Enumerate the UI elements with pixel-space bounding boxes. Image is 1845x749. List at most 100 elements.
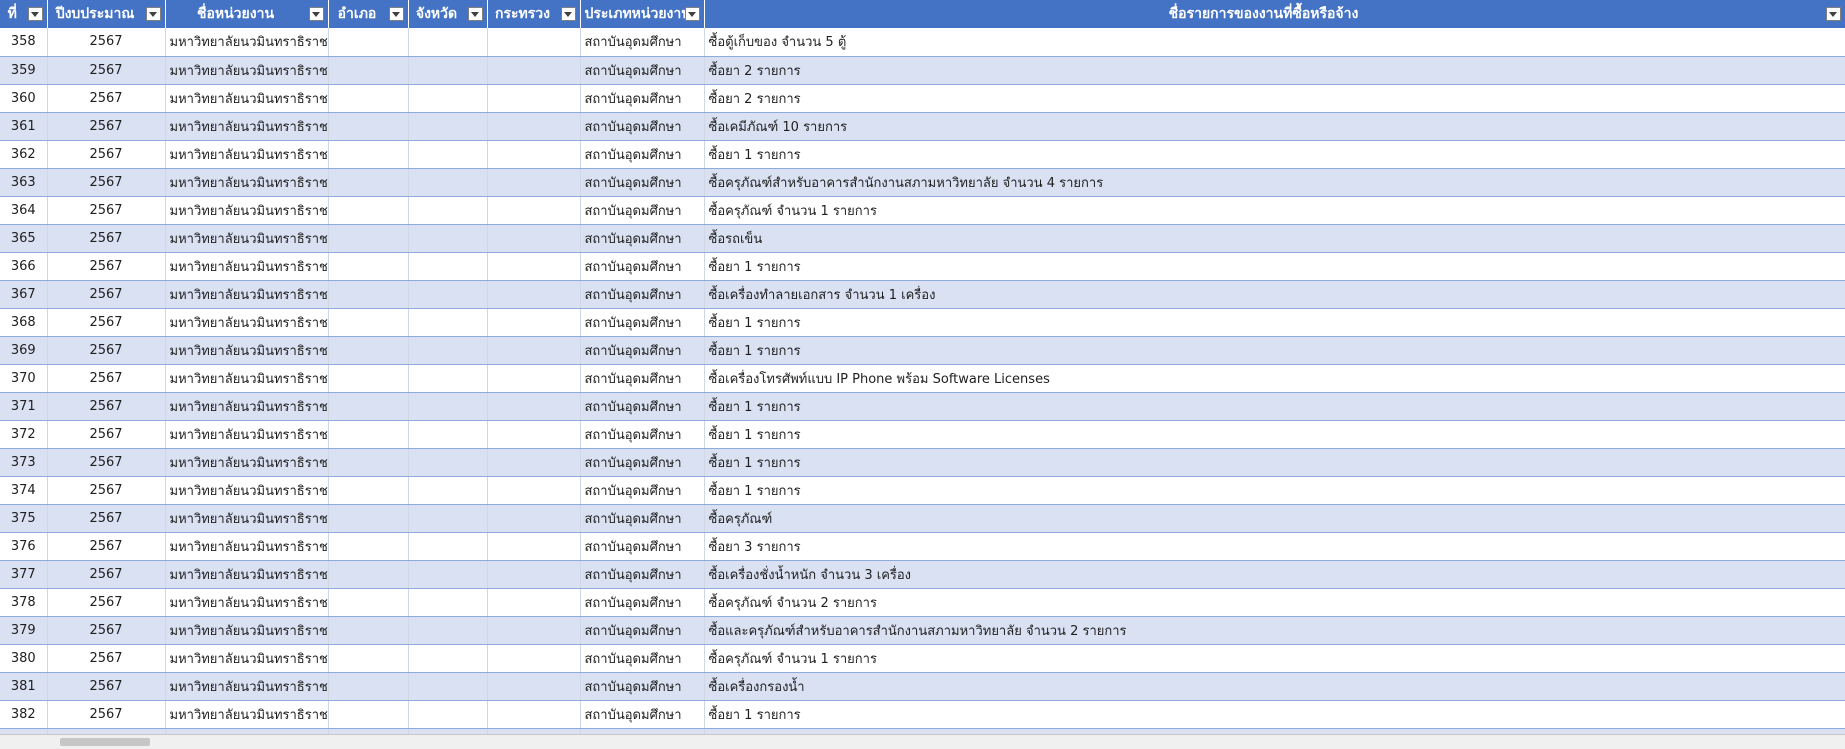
cell-no[interactable]: 363 bbox=[0, 168, 48, 197]
cell-district[interactable] bbox=[328, 112, 409, 141]
cell-province[interactable] bbox=[408, 364, 488, 393]
col-header-no[interactable]: ที่ bbox=[0, 0, 48, 28]
cell-agency[interactable]: มหาวิทยาลัยนวมินทราธิราช bbox=[165, 336, 329, 365]
cell-item[interactable]: ซื้อยา 1 รายการ bbox=[704, 308, 1845, 337]
cell-item[interactable]: ซื้อเคมีภัณฑ์ 10 รายการ bbox=[704, 112, 1845, 141]
cell-item[interactable]: ซื้อและครุภัณฑ์สำหรับอาคารสำนักงานสภามหา… bbox=[704, 616, 1845, 645]
cell-ministry[interactable] bbox=[487, 308, 581, 337]
cell-ministry[interactable] bbox=[487, 616, 581, 645]
cell-province[interactable] bbox=[408, 196, 488, 225]
col-header-district[interactable]: อำเภอ bbox=[328, 0, 409, 28]
cell-district[interactable] bbox=[328, 252, 409, 281]
cell-item[interactable]: ซื้อยา 1 รายการ bbox=[704, 700, 1845, 729]
cell-year[interactable]: 2567 bbox=[47, 112, 166, 141]
cell-district[interactable] bbox=[328, 308, 409, 337]
cell-ministry[interactable] bbox=[487, 644, 581, 673]
horizontal-scrollbar[interactable] bbox=[0, 734, 1845, 749]
cell-ministry[interactable] bbox=[487, 28, 581, 57]
cell-province[interactable] bbox=[408, 56, 488, 85]
cell-agency[interactable]: มหาวิทยาลัยนวมินทราธิราช bbox=[165, 28, 329, 57]
cell-year[interactable]: 2567 bbox=[47, 616, 166, 645]
filter-dropdown-icon[interactable] bbox=[684, 7, 700, 21]
cell-item[interactable]: ซื้อครุภัณฑ์ จำนวน 1 รายการ bbox=[704, 196, 1845, 225]
cell-province[interactable] bbox=[408, 532, 488, 561]
cell-year[interactable]: 2567 bbox=[47, 168, 166, 197]
cell-item[interactable]: ซื้อครุภัณฑ์ จำนวน 2 รายการ bbox=[704, 588, 1845, 617]
cell-type[interactable]: สถาบันอุดมศึกษา bbox=[580, 476, 705, 505]
cell-ministry[interactable] bbox=[487, 252, 581, 281]
cell-year[interactable]: 2567 bbox=[47, 588, 166, 617]
cell-year[interactable]: 2567 bbox=[47, 280, 166, 309]
cell-district[interactable] bbox=[328, 364, 409, 393]
cell-province[interactable] bbox=[408, 392, 488, 421]
cell-no[interactable]: 374 bbox=[0, 476, 48, 505]
cell-no[interactable]: 378 bbox=[0, 588, 48, 617]
cell-district[interactable] bbox=[328, 168, 409, 197]
cell-type[interactable]: สถาบันอุดมศึกษา bbox=[580, 56, 705, 85]
cell-year[interactable]: 2567 bbox=[47, 700, 166, 729]
cell-no[interactable]: 372 bbox=[0, 420, 48, 449]
cell-type[interactable]: สถาบันอุดมศึกษา bbox=[580, 140, 705, 169]
cell-ministry[interactable] bbox=[487, 112, 581, 141]
cell-district[interactable] bbox=[328, 84, 409, 113]
cell-agency[interactable]: มหาวิทยาลัยนวมินทราธิราช bbox=[165, 476, 329, 505]
cell-district[interactable] bbox=[328, 56, 409, 85]
cell-no[interactable]: 373 bbox=[0, 448, 48, 477]
cell-district[interactable] bbox=[328, 672, 409, 701]
cell-province[interactable] bbox=[408, 448, 488, 477]
cell-agency[interactable]: มหาวิทยาลัยนวมินทราธิราช bbox=[165, 560, 329, 589]
cell-province[interactable] bbox=[408, 28, 488, 57]
col-header-province[interactable]: จังหวัด bbox=[408, 0, 488, 28]
cell-type[interactable]: สถาบันอุดมศึกษา bbox=[580, 392, 705, 421]
cell-year[interactable]: 2567 bbox=[47, 644, 166, 673]
filter-dropdown-icon[interactable] bbox=[308, 7, 324, 21]
cell-district[interactable] bbox=[328, 28, 409, 57]
cell-province[interactable] bbox=[408, 168, 488, 197]
cell-type[interactable]: สถาบันอุดมศึกษา bbox=[580, 308, 705, 337]
cell-district[interactable] bbox=[328, 420, 409, 449]
cell-province[interactable] bbox=[408, 504, 488, 533]
cell-ministry[interactable] bbox=[487, 336, 581, 365]
cell-year[interactable]: 2567 bbox=[47, 252, 166, 281]
cell-type[interactable]: สถาบันอุดมศึกษา bbox=[580, 672, 705, 701]
cell-no[interactable]: 380 bbox=[0, 644, 48, 673]
cell-agency[interactable]: มหาวิทยาลัยนวมินทราธิราช bbox=[165, 84, 329, 113]
filter-dropdown-icon[interactable] bbox=[145, 7, 161, 21]
cell-year[interactable]: 2567 bbox=[47, 476, 166, 505]
cell-item[interactable]: ซื้อยา 1 รายการ bbox=[704, 140, 1845, 169]
cell-no[interactable]: 359 bbox=[0, 56, 48, 85]
cell-district[interactable] bbox=[328, 140, 409, 169]
cell-no[interactable]: 370 bbox=[0, 364, 48, 393]
cell-type[interactable]: สถาบันอุดมศึกษา bbox=[580, 420, 705, 449]
cell-year[interactable]: 2567 bbox=[47, 448, 166, 477]
cell-agency[interactable]: มหาวิทยาลัยนวมินทราธิราช bbox=[165, 280, 329, 309]
cell-agency[interactable]: มหาวิทยาลัยนวมินทราธิราช bbox=[165, 392, 329, 421]
cell-province[interactable] bbox=[408, 140, 488, 169]
cell-ministry[interactable] bbox=[487, 560, 581, 589]
cell-type[interactable]: สถาบันอุดมศึกษา bbox=[580, 644, 705, 673]
cell-item[interactable]: ซื้อครุภัณฑ์สำหรับอาคารสำนักงานสภามหาวิท… bbox=[704, 168, 1845, 197]
cell-no[interactable]: 358 bbox=[0, 28, 48, 57]
cell-ministry[interactable] bbox=[487, 420, 581, 449]
cell-agency[interactable]: มหาวิทยาลัยนวมินทราธิราช bbox=[165, 504, 329, 533]
cell-district[interactable] bbox=[328, 504, 409, 533]
cell-ministry[interactable] bbox=[487, 56, 581, 85]
cell-agency[interactable]: มหาวิทยาลัยนวมินทราธิราช bbox=[165, 364, 329, 393]
cell-agency[interactable]: มหาวิทยาลัยนวมินทราธิราช bbox=[165, 224, 329, 253]
cell-year[interactable]: 2567 bbox=[47, 504, 166, 533]
cell-district[interactable] bbox=[328, 224, 409, 253]
cell-district[interactable] bbox=[328, 560, 409, 589]
cell-province[interactable] bbox=[408, 616, 488, 645]
cell-province[interactable] bbox=[408, 308, 488, 337]
cell-no[interactable]: 361 bbox=[0, 112, 48, 141]
cell-province[interactable] bbox=[408, 280, 488, 309]
cell-no[interactable]: 360 bbox=[0, 84, 48, 113]
cell-year[interactable]: 2567 bbox=[47, 28, 166, 57]
cell-type[interactable]: สถาบันอุดมศึกษา bbox=[580, 280, 705, 309]
cell-year[interactable]: 2567 bbox=[47, 196, 166, 225]
cell-province[interactable] bbox=[408, 112, 488, 141]
col-header-ministry[interactable]: กระทรวง bbox=[487, 0, 581, 28]
cell-agency[interactable]: มหาวิทยาลัยนวมินทราธิราช bbox=[165, 588, 329, 617]
cell-ministry[interactable] bbox=[487, 196, 581, 225]
cell-no[interactable]: 379 bbox=[0, 616, 48, 645]
